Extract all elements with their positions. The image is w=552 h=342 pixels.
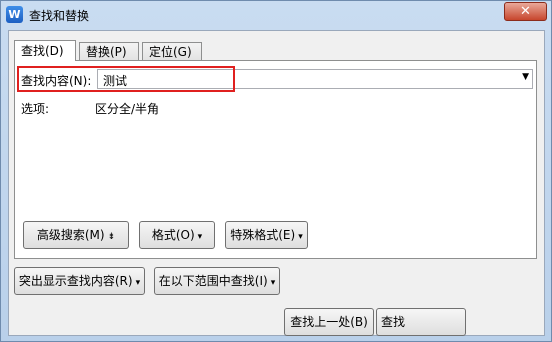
chevron-down-icon[interactable]: ▼ xyxy=(522,72,529,82)
find-next-button[interactable]: 查找 xyxy=(376,308,466,336)
advanced-search-button[interactable]: 高级搜索(M) ⇟ xyxy=(23,221,129,249)
tab-find[interactable]: 查找(D) xyxy=(14,40,76,61)
title-bar[interactable]: W 查找和替换 ✕ xyxy=(1,1,551,29)
options-row: 选项: 区分全/半角 xyxy=(21,100,159,117)
dropdown-arrow-icon: ▾ xyxy=(298,232,303,242)
dropdown-arrow-icon: ▾ xyxy=(270,278,276,288)
advanced-search-label: 高级搜索(M) xyxy=(36,228,105,242)
tab-replace[interactable]: 替换(P) xyxy=(79,42,139,60)
find-in-button[interactable]: 在以下范围中查找(I) ▾ xyxy=(154,267,280,295)
format-label: 格式(O) xyxy=(151,228,195,242)
options-value: 区分全/半角 xyxy=(95,102,160,116)
tab-goto[interactable]: 定位(G) xyxy=(142,42,202,60)
window-title: 查找和替换 xyxy=(29,9,90,23)
find-what-input[interactable]: 测试 xyxy=(103,72,127,89)
find-replace-dialog: W 查找和替换 ✕ 查找(D) 替换(P) 定位(G) 查找内容(N): 测试 … xyxy=(0,0,552,342)
highlight-found-label: 突出显示查找内容(R) xyxy=(18,274,133,288)
find-previous-button[interactable]: 查找上一处(B) xyxy=(284,308,374,336)
close-button[interactable]: ✕ xyxy=(504,2,547,21)
format-button[interactable]: 格式(O) ▾ xyxy=(139,221,215,249)
dropdown-arrow-icon: ▾ xyxy=(135,278,141,288)
find-row: 查找内容(N): 测试 ▼ xyxy=(17,66,534,92)
highlight-found-button[interactable]: 突出显示查找内容(R) ▾ xyxy=(14,267,145,295)
special-format-button[interactable]: 特殊格式(E) ▾ xyxy=(225,221,308,249)
dialog-body: 查找(D) 替换(P) 定位(G) 查找内容(N): 测试 ▼ 选项: 区分全/… xyxy=(8,30,545,336)
wps-app-icon: W xyxy=(6,6,23,23)
special-format-label: 特殊格式(E) xyxy=(230,228,296,242)
options-label: 选项: xyxy=(21,102,50,116)
expand-icon: ⇟ xyxy=(107,232,116,242)
find-what-label: 查找内容(N): xyxy=(21,74,92,88)
find-what-combo[interactable]: 测试 ▼ xyxy=(97,69,533,89)
dropdown-arrow-icon: ▾ xyxy=(197,232,203,242)
find-tab-panel: 查找内容(N): 测试 ▼ 选项: 区分全/半角 高级搜索(M) ⇟ 格式(O) ▾… xyxy=(14,60,537,259)
find-in-label: 在以下范围中查找(I) xyxy=(158,274,268,288)
